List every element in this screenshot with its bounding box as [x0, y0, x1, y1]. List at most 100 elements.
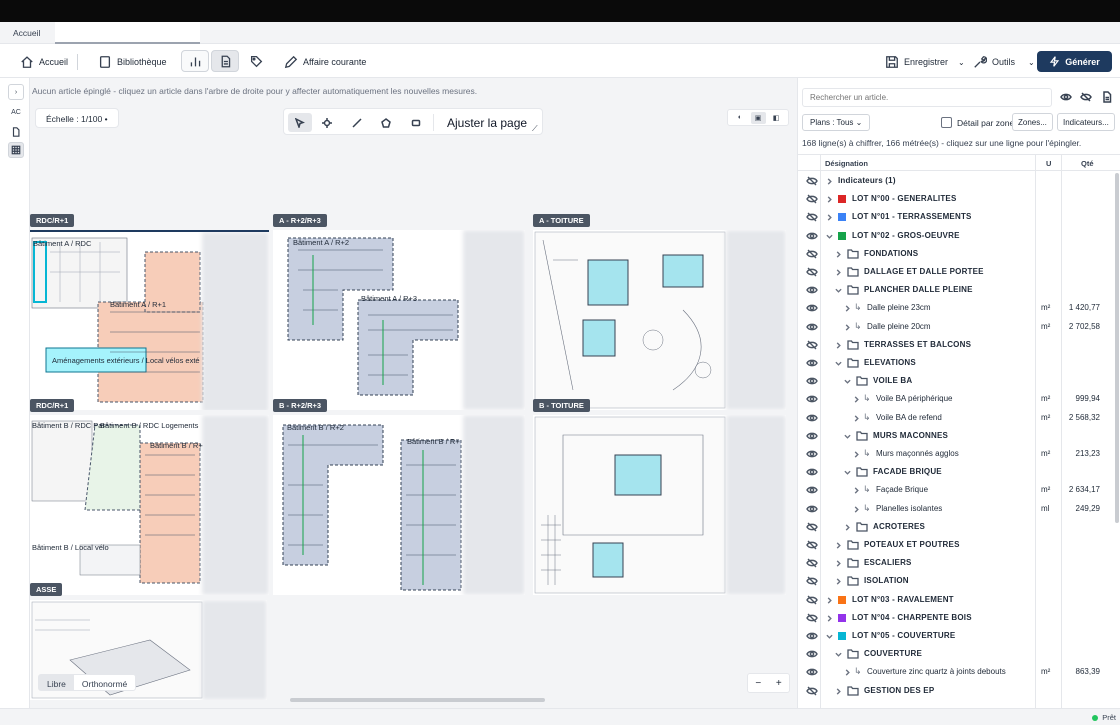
tab-current[interactable] [55, 22, 200, 44]
tree-row-group[interactable]: FONDATIONS [798, 245, 1113, 263]
tools-button[interactable]: Outils ⌄ [973, 52, 1035, 72]
tag-button[interactable] [242, 50, 270, 72]
split-icon[interactable]: ◧ [769, 112, 784, 124]
tree-row-item[interactable]: ↳ Planelles isolantes ml 249,29 [798, 500, 1113, 518]
plan-label[interactable]: ASSE [30, 583, 63, 596]
generate-button[interactable]: Générer [1037, 51, 1112, 72]
eye-off-icon[interactable] [806, 175, 818, 187]
mode-orthonormal[interactable]: Orthonormé [74, 675, 135, 690]
plan-thumbnail[interactable]: Bâtiment A / R+2 Bâtiment A / R+3 [273, 230, 525, 410]
plans-filter-select[interactable]: Plans : Tous ⌄ [802, 114, 871, 131]
chevron-down-icon[interactable] [844, 432, 851, 439]
eye-icon[interactable] [806, 393, 818, 405]
col-qty[interactable]: Qté [1081, 159, 1094, 168]
chevron-right-icon[interactable] [835, 687, 842, 695]
chevron-down-icon[interactable] [835, 359, 842, 366]
tree-row-item[interactable]: ↳ Dalle pleine 20cm m² 2 702,58 [798, 318, 1113, 336]
chevron-right-icon[interactable] [853, 505, 860, 513]
tree-row-item[interactable]: ↳ Murs maçonnés agglos m² 213,23 [798, 445, 1113, 463]
eye-off-icon[interactable] [806, 575, 818, 587]
eye-icon[interactable] [806, 230, 818, 242]
indicators-button[interactable]: Indicateurs... [1057, 113, 1115, 131]
col-unit[interactable]: U [1046, 159, 1051, 168]
eye-off-icon[interactable] [806, 539, 818, 551]
chevron-right-icon[interactable] [835, 577, 842, 586]
chevron-down-icon[interactable] [844, 377, 851, 384]
horizontal-scrollbar[interactable] [290, 698, 545, 702]
eye-icon[interactable] [806, 375, 818, 387]
chevron-right-icon[interactable] [826, 596, 833, 604]
tree-row-group[interactable]: ESCALIERS [798, 554, 1113, 572]
tree-row-item[interactable]: ↳ Voile BA de refend m² 2 568,32 [798, 409, 1113, 427]
zoom-in-button[interactable]: + [776, 678, 782, 689]
eye-icon[interactable] [806, 284, 818, 296]
tree-row-group[interactable]: VOILE BA [798, 372, 1113, 390]
chevron-right-icon[interactable] [826, 177, 833, 185]
vertical-scrollbar[interactable] [1115, 173, 1119, 523]
tree-row-item[interactable]: ↳ Couverture zinc quartz à joints debouts… [798, 663, 1113, 681]
tree-row-group[interactable]: COUVERTURE [798, 645, 1113, 663]
grid-button[interactable] [8, 142, 24, 158]
chevron-right-icon[interactable] [826, 195, 833, 203]
plan-thumbnail[interactable] [533, 415, 786, 595]
tree-row-group[interactable]: MURS MACONNES [798, 427, 1113, 445]
chevron-right-icon[interactable] [835, 250, 842, 258]
ac-button[interactable]: AC [8, 104, 24, 120]
tree-row-lot[interactable]: LOT N°00 - GENERALITES [798, 190, 1113, 208]
chevron-right-icon[interactable] [826, 213, 833, 222]
tree-row-group[interactable]: POTEAUX ET POUTRES [798, 536, 1113, 554]
line-tool[interactable] [345, 113, 369, 132]
expand-button[interactable]: › [8, 84, 24, 100]
eye-off-icon[interactable] [806, 211, 818, 223]
article-search-input[interactable] [802, 88, 1052, 107]
erase-tool[interactable] [404, 113, 428, 132]
chevron-right-icon[interactable] [835, 559, 842, 567]
chevron-right-icon[interactable] [826, 614, 833, 622]
file-button[interactable] [8, 124, 24, 140]
tree-row-group[interactable]: ELEVATIONS [798, 354, 1113, 372]
col-designation[interactable]: Désignation [825, 159, 868, 168]
eye-icon[interactable] [806, 630, 818, 642]
eye-icon[interactable] [806, 484, 818, 496]
eye-off-icon[interactable] [806, 266, 818, 278]
eye-off-icon[interactable] [806, 193, 818, 205]
chevron-down-icon[interactable] [826, 632, 833, 639]
eye-icon[interactable] [806, 321, 818, 333]
plan-label[interactable]: RDC/R+1 [30, 399, 75, 412]
plan-canvas[interactable]: Aucun article épinglé - cliquez un artic… [30, 78, 797, 708]
chevron-right-icon[interactable] [844, 523, 851, 531]
tree-row-group[interactable]: GESTION DES EP [798, 682, 1113, 700]
eye-icon[interactable] [806, 357, 818, 369]
plan-label[interactable]: B - TOITURE [533, 399, 590, 412]
eye-icon[interactable] [806, 466, 818, 478]
plan-label[interactable]: A - R+2/R+3 [273, 214, 327, 227]
show-all-button[interactable] [1059, 90, 1073, 104]
tree-row-lot[interactable]: LOT N°01 - TERRASSEMENTS [798, 208, 1113, 226]
detail-by-zone-checkbox[interactable] [941, 117, 952, 128]
chevron-right-icon[interactable] [844, 668, 851, 677]
plan-thumbnail[interactable] [533, 230, 786, 410]
chevron-right-icon[interactable] [853, 486, 860, 495]
select-tool[interactable] [288, 113, 312, 132]
frame-icon[interactable]: ▣ [750, 111, 766, 124]
library-button[interactable]: Bibliothèque [98, 52, 167, 72]
tree-row-item[interactable]: ↳ Façade Brique m² 2 634,17 [798, 481, 1113, 499]
chart-button[interactable] [181, 50, 209, 72]
plan-label[interactable]: RDC/R+1 [30, 214, 75, 227]
eye-icon[interactable] [806, 648, 818, 660]
tree-row-group[interactable]: ISOLATION [798, 572, 1113, 590]
eye-off-icon[interactable] [806, 248, 818, 260]
save-button[interactable]: Enregistrer ⌄ [885, 52, 965, 72]
eye-icon[interactable] [806, 430, 818, 442]
current-case-button[interactable]: Affaire courante [284, 52, 366, 72]
tree-row-lot[interactable]: LOT N°05 - COUVERTURE [798, 627, 1113, 645]
chevron-right-icon[interactable] [853, 395, 860, 404]
tree-row-item[interactable]: ↳ Dalle pleine 23cm m² 1 420,77 [798, 299, 1113, 317]
chevron-down-icon[interactable] [826, 232, 833, 239]
plan-thumbnail[interactable]: Bâtiment A / RDC Bâtiment A / R+1 Aménag… [30, 230, 269, 410]
eye-icon[interactable] [806, 503, 818, 515]
tree-row-group[interactable]: DALLAGE ET DALLE PORTEE [798, 263, 1113, 281]
zoom-out-button[interactable]: − [755, 678, 761, 689]
plan-label[interactable]: B - R+2/R+3 [273, 399, 328, 412]
tree-row-lot[interactable]: LOT N°03 - RAVALEMENT [798, 591, 1113, 609]
